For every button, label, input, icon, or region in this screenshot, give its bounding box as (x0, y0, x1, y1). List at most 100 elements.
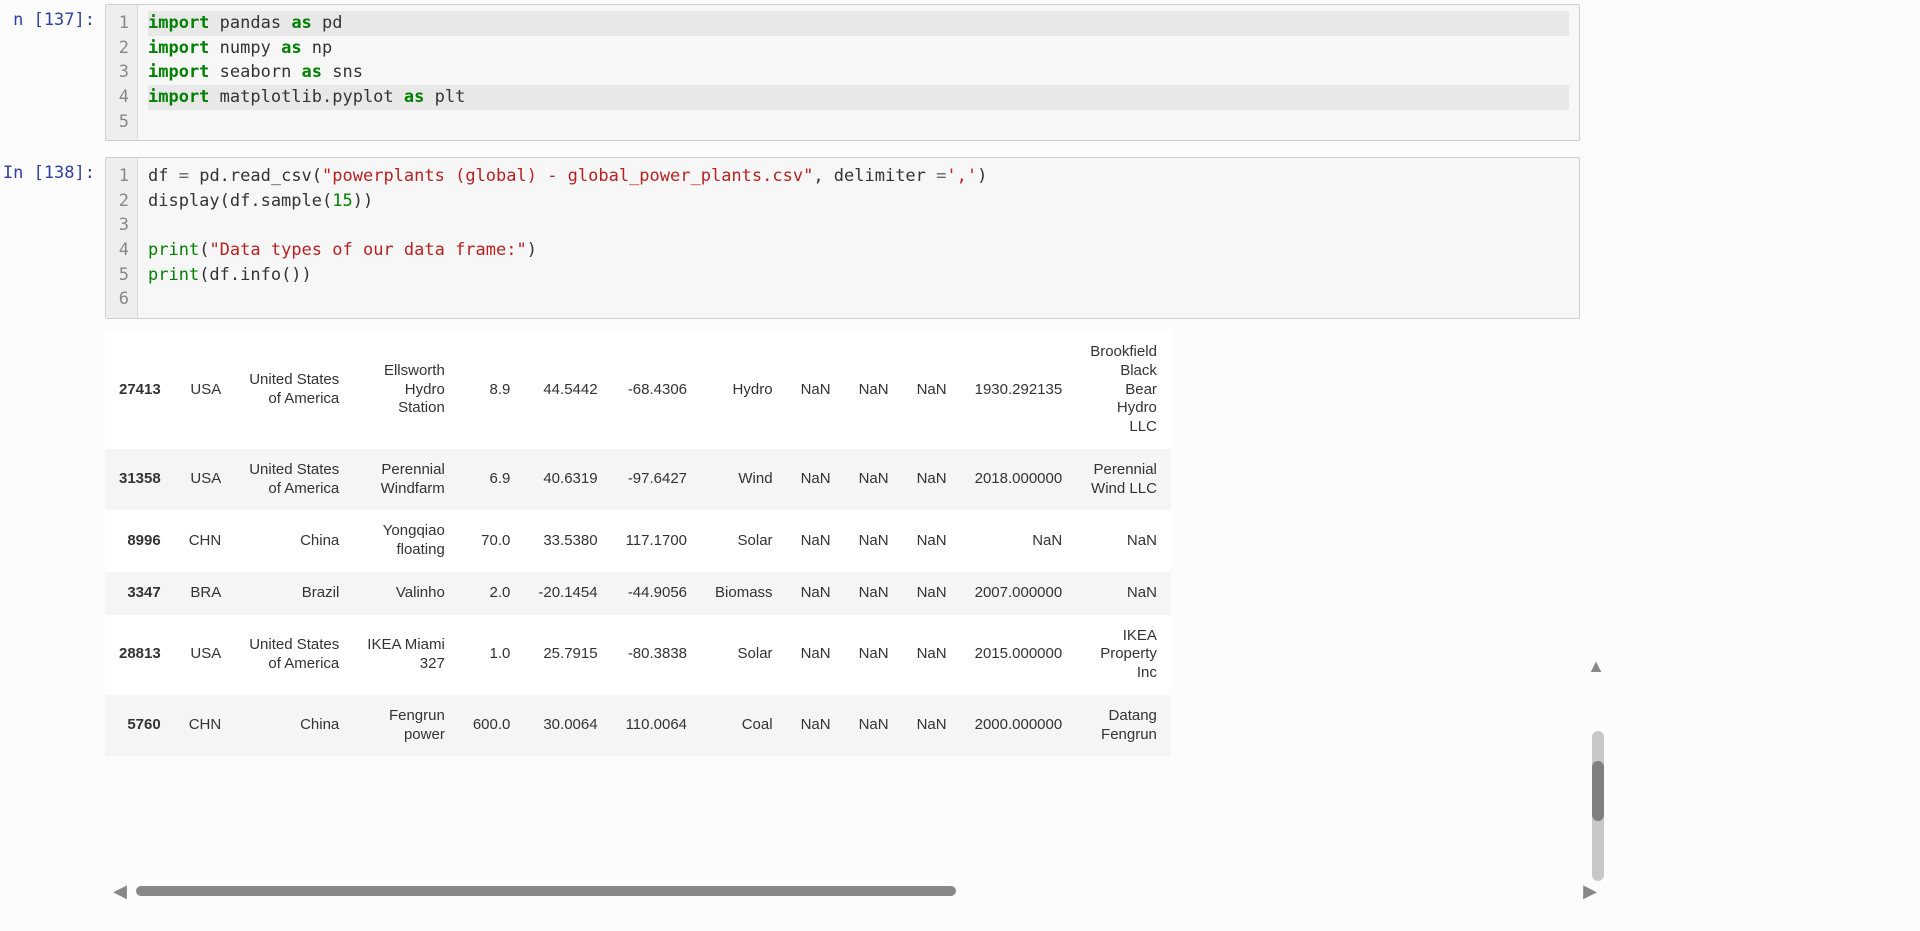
table-cell: NaN (787, 449, 845, 511)
row-index: 5760 (105, 695, 175, 757)
dataframe-scroll-region[interactable]: 27413USAUnited Statesof AmericaEllsworth… (105, 331, 1580, 871)
table-cell: NaN (845, 695, 903, 757)
table-cell: -80.3838 (612, 615, 701, 695)
table-cell: United Statesof America (235, 331, 353, 449)
table-cell: USA (175, 449, 236, 511)
table-cell: Valinho (353, 572, 459, 615)
table-cell: EllsworthHydroStation (353, 331, 459, 449)
table-cell: NaN (845, 615, 903, 695)
table-row: 28813USAUnited Statesof AmericaIKEA Miam… (105, 615, 1171, 695)
horizontal-scrollbar-thumb[interactable] (136, 886, 956, 896)
table-cell: USA (175, 615, 236, 695)
table-cell: NaN (787, 695, 845, 757)
row-index: 3347 (105, 572, 175, 615)
table-cell: 30.0064 (524, 695, 611, 757)
code-input-area[interactable]: 1 2 3 4 5 6 df = pd.read_csv("powerplant… (105, 157, 1580, 319)
scroll-up-icon[interactable]: ▲ (1587, 656, 1605, 677)
cell-output: 27413USAUnited Statesof AmericaEllsworth… (0, 331, 1920, 871)
table-cell: NaN (1076, 510, 1171, 572)
table-cell: 40.6319 (524, 449, 611, 511)
vertical-scrollbar[interactable] (1592, 731, 1604, 881)
code-cell-138[interactable]: In [138]: 1 2 3 4 5 6 df = pd.read_csv("… (0, 153, 1920, 331)
code-content[interactable]: import pandas as pdimport numpy as npimp… (138, 5, 1579, 140)
table-cell: -20.1454 (524, 572, 611, 615)
table-cell: NaN (787, 510, 845, 572)
table-cell: IKEA Miami327 (353, 615, 459, 695)
table-cell: NaN (845, 510, 903, 572)
table-cell: DatangFengrun (1076, 695, 1171, 757)
table-cell: Solar (701, 510, 787, 572)
table-cell: Solar (701, 615, 787, 695)
table-cell: United Statesof America (235, 615, 353, 695)
table-cell: NaN (787, 615, 845, 695)
scroll-left-icon[interactable]: ◀ (110, 881, 130, 902)
horizontal-scrollbar-track[interactable] (136, 886, 1574, 896)
table-cell: NaN (903, 331, 961, 449)
table-row: 8996CHNChinaYongqiaofloating70.033.53801… (105, 510, 1171, 572)
table-cell: Wind (701, 449, 787, 511)
table-cell: NaN (845, 449, 903, 511)
table-cell: 600.0 (459, 695, 525, 757)
table-cell: 110.0064 (612, 695, 701, 757)
table-cell: NaN (845, 572, 903, 615)
table-cell: 1930.292135 (961, 331, 1077, 449)
table-cell: 2018.000000 (961, 449, 1077, 511)
table-cell: 2.0 (459, 572, 525, 615)
row-index: 31358 (105, 449, 175, 511)
table-cell: -44.9056 (612, 572, 701, 615)
table-cell: 70.0 (459, 510, 525, 572)
table-cell: 6.9 (459, 449, 525, 511)
table-cell: 33.5380 (524, 510, 611, 572)
code-cell-137[interactable]: n [137]: 1 2 3 4 5 import pandas as pdim… (0, 0, 1920, 153)
cell-prompt: n [137]: (0, 4, 105, 30)
horizontal-scrollbar[interactable]: ◀ ▶ (110, 881, 1600, 901)
table-cell: 2015.000000 (961, 615, 1077, 695)
table-cell: IKEAPropertyInc (1076, 615, 1171, 695)
table-cell: BrookfieldBlackBearHydroLLC (1076, 331, 1171, 449)
scroll-right-icon[interactable]: ▶ (1580, 881, 1600, 902)
row-index: 28813 (105, 615, 175, 695)
row-index: 27413 (105, 331, 175, 449)
table-cell: BRA (175, 572, 236, 615)
table-cell: NaN (1076, 572, 1171, 615)
table-cell: NaN (903, 615, 961, 695)
table-cell: -68.4306 (612, 331, 701, 449)
table-cell: Coal (701, 695, 787, 757)
jupyter-notebook: n [137]: 1 2 3 4 5 import pandas as pdim… (0, 0, 1920, 931)
table-cell: Biomass (701, 572, 787, 615)
dataframe-table: 27413USAUnited Statesof AmericaEllsworth… (105, 331, 1171, 756)
table-cell: 1.0 (459, 615, 525, 695)
table-cell: NaN (787, 572, 845, 615)
table-cell: CHN (175, 695, 236, 757)
table-cell: 8.9 (459, 331, 525, 449)
table-cell: -97.6427 (612, 449, 701, 511)
table-cell: NaN (961, 510, 1077, 572)
table-cell: USA (175, 331, 236, 449)
code-input-area[interactable]: 1 2 3 4 5 import pandas as pdimport nump… (105, 4, 1580, 141)
table-cell: United Statesof America (235, 449, 353, 511)
table-row: 31358USAUnited Statesof AmericaPerennial… (105, 449, 1171, 511)
table-cell: 44.5442 (524, 331, 611, 449)
table-cell: 25.7915 (524, 615, 611, 695)
table-cell: Hydro (701, 331, 787, 449)
row-index: 8996 (105, 510, 175, 572)
table-cell: 117.1700 (612, 510, 701, 572)
table-cell: CHN (175, 510, 236, 572)
cell-prompt: In [138]: (0, 157, 105, 183)
table-cell: China (235, 510, 353, 572)
table-cell: NaN (903, 510, 961, 572)
table-cell: Brazil (235, 572, 353, 615)
table-cell: 2000.000000 (961, 695, 1077, 757)
table-cell: 2007.000000 (961, 572, 1077, 615)
line-gutter: 1 2 3 4 5 (106, 5, 138, 140)
table-row: 3347BRABrazilValinho2.0-20.1454-44.9056B… (105, 572, 1171, 615)
table-cell: Yongqiaofloating (353, 510, 459, 572)
table-cell: NaN (903, 695, 961, 757)
code-content[interactable]: df = pd.read_csv("powerplants (global) -… (138, 158, 1579, 318)
table-cell: PerennialWindfarm (353, 449, 459, 511)
table-cell: NaN (845, 331, 903, 449)
table-cell: Fengrunpower (353, 695, 459, 757)
vertical-scrollbar-thumb[interactable] (1592, 761, 1604, 821)
table-row: 5760CHNChinaFengrunpower600.030.0064110.… (105, 695, 1171, 757)
table-cell: China (235, 695, 353, 757)
